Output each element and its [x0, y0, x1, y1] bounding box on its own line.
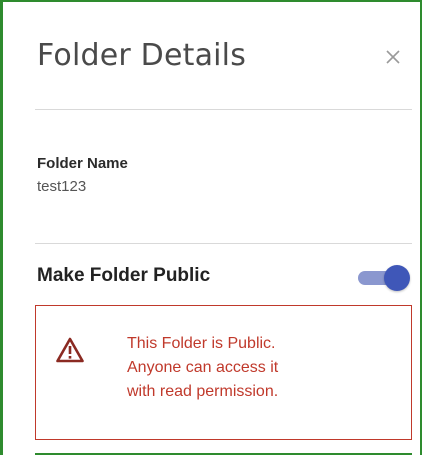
make-public-label: Make Folder Public — [37, 265, 211, 286]
alert-line: with read permission. — [127, 383, 279, 400]
panel-title: Folder Details — [37, 38, 247, 73]
close-icon — [386, 50, 400, 64]
folder-name-value: test123 — [37, 178, 87, 195]
public-warning-alert: This Folder is Public. Anyone can access… — [35, 305, 412, 440]
section-divider — [35, 243, 412, 244]
alert-line: This Folder is Public. — [127, 335, 276, 352]
alert-message: This Folder is Public. Anyone can access… — [127, 332, 397, 404]
folder-name-label: Folder Name — [37, 155, 128, 172]
header-divider — [35, 109, 412, 110]
close-button[interactable] — [378, 42, 408, 72]
folder-details-panel: Folder Details Folder Name test123 Make … — [0, 0, 422, 455]
make-public-toggle[interactable] — [356, 265, 412, 291]
warning-icon — [56, 337, 84, 363]
toggle-knob — [384, 265, 410, 291]
alert-line: Anyone can access it — [127, 359, 279, 376]
